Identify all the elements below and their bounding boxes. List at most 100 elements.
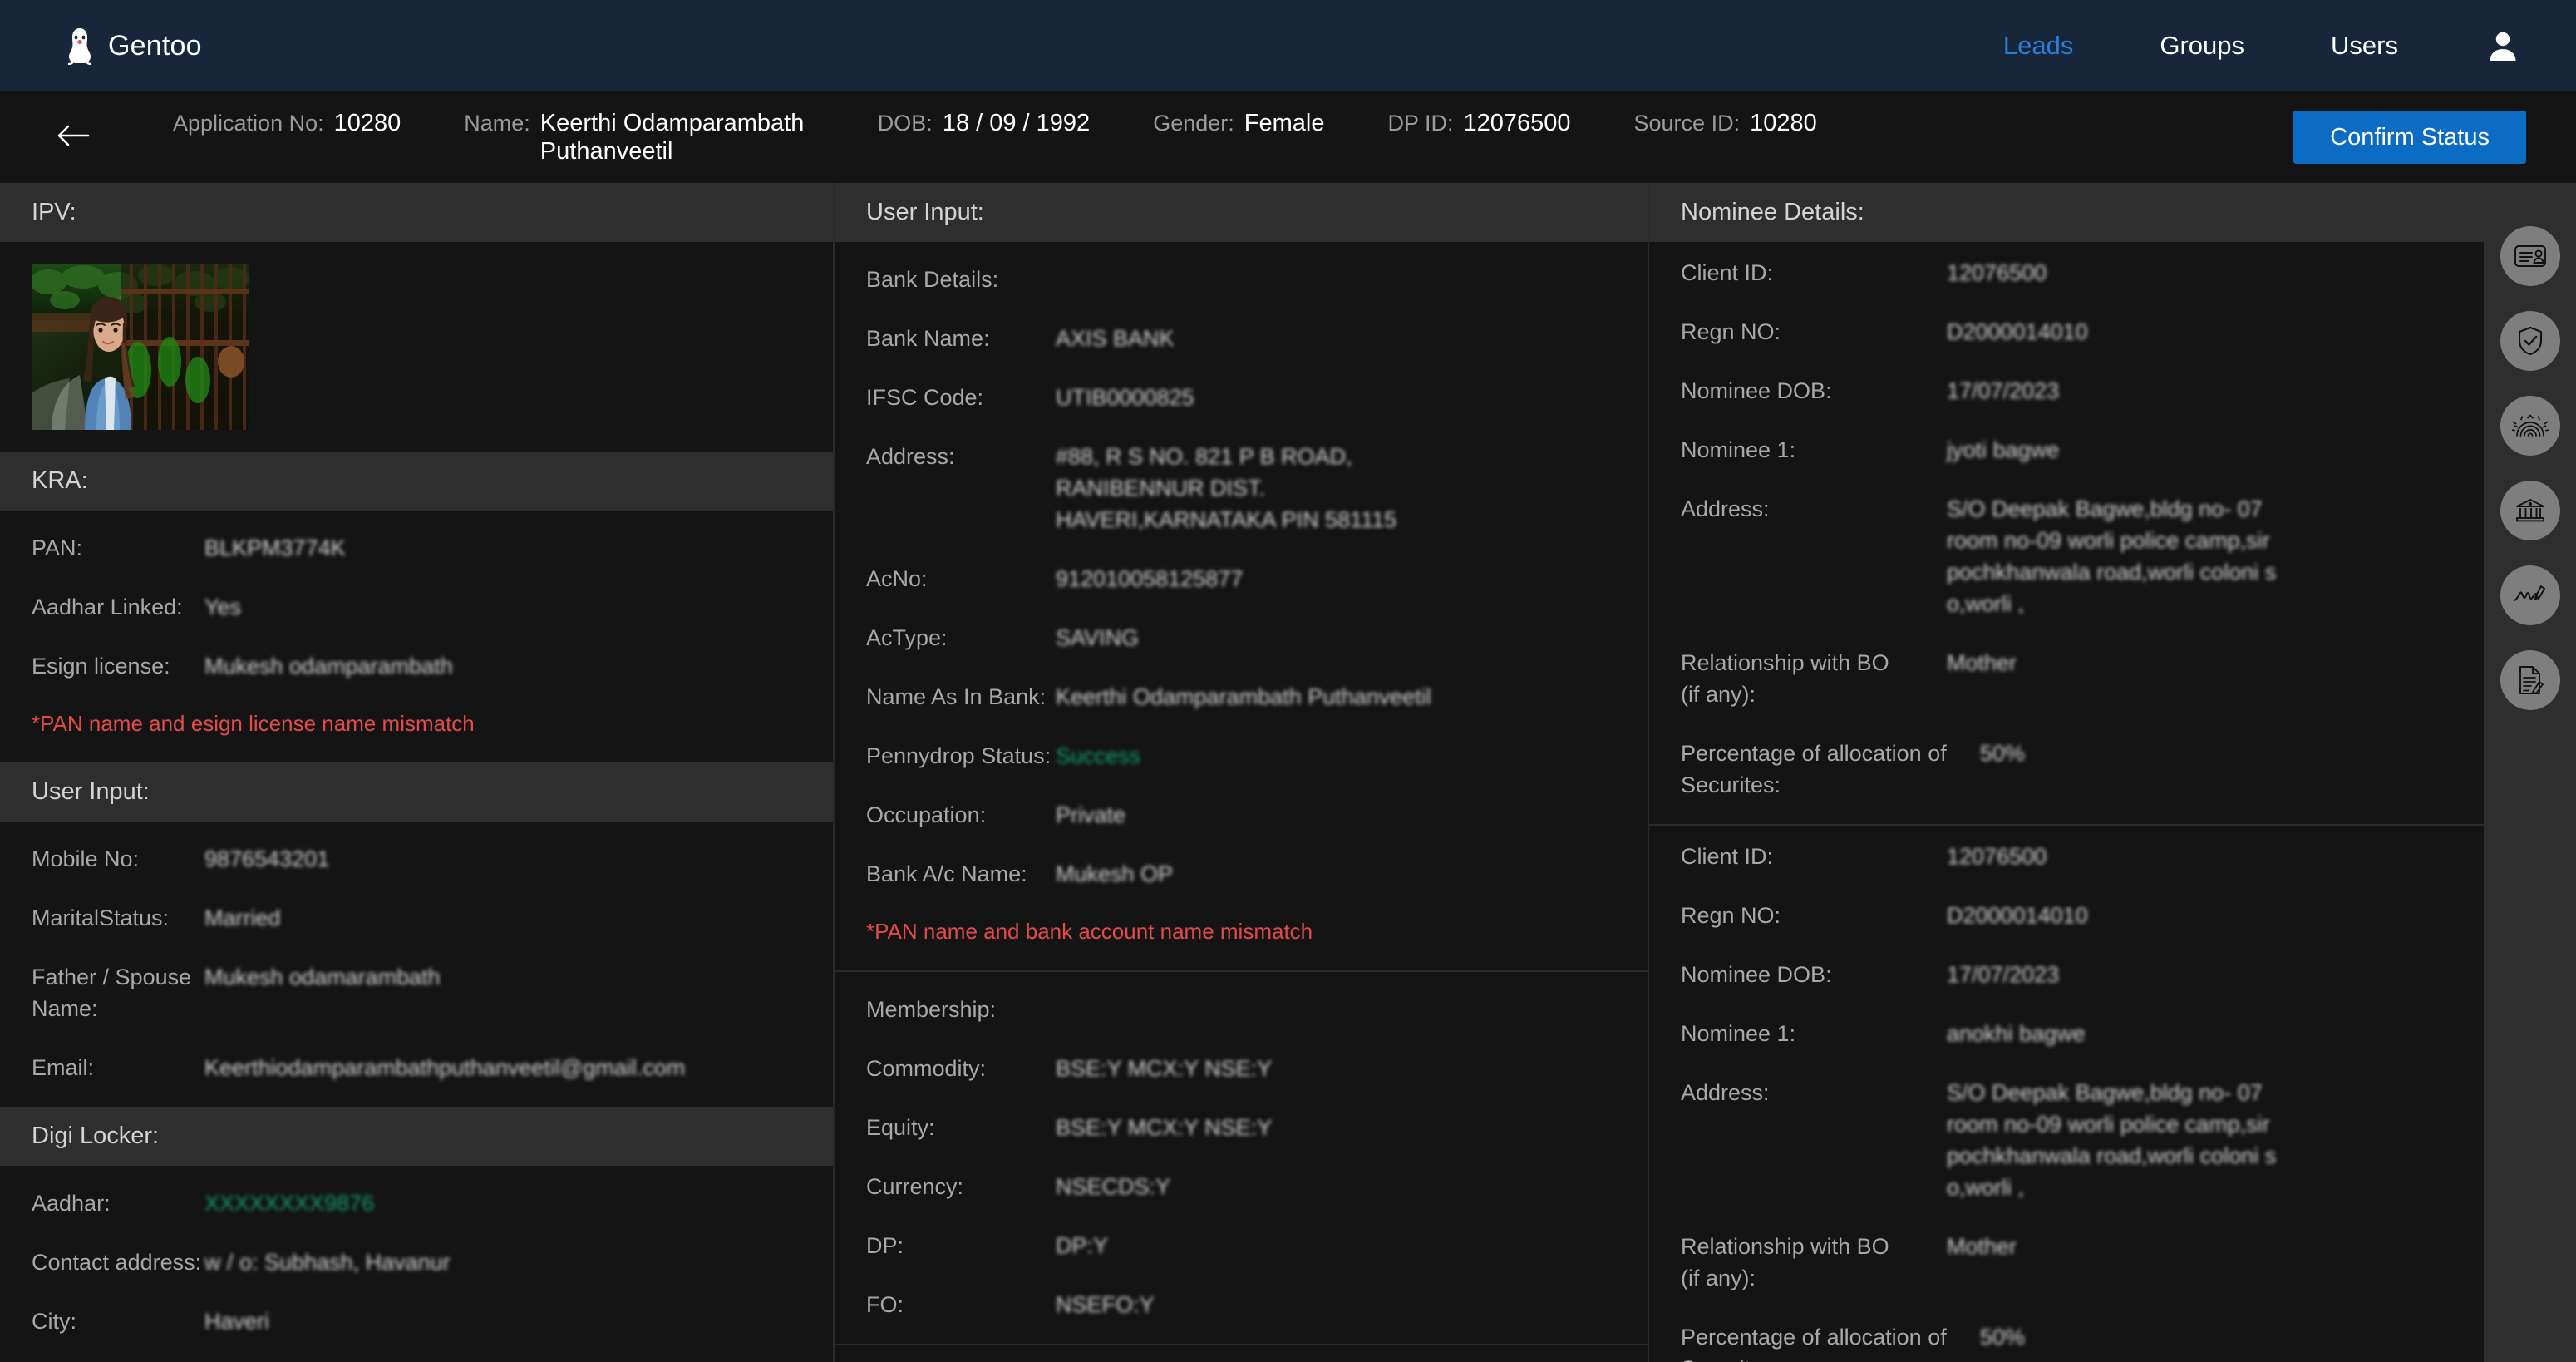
field-value: 9876543201 xyxy=(204,846,330,871)
field-row: Nominee DOB: 17/07/2023 xyxy=(1681,375,2452,407)
kra-mismatch-warning: *PAN name and esign license name mismatc… xyxy=(32,711,475,736)
application-subheader: Application No: 10280 Name: Keerthi Odam… xyxy=(0,91,2576,183)
bank-button[interactable] xyxy=(2500,481,2560,540)
field-label: Address: xyxy=(1681,496,1770,521)
field-label: Percentage of allocation of Securites: xyxy=(1681,741,1947,797)
field-value: 50% xyxy=(1980,741,2026,766)
field-value: Success xyxy=(1056,743,1141,768)
field-label: Bank Details: xyxy=(866,267,999,292)
field-row: Regn NO: D2000014010 xyxy=(1681,900,2452,931)
field-value: Private xyxy=(1056,802,1126,827)
field-label: City: xyxy=(32,1309,76,1334)
field-row: Client ID: 12076500 xyxy=(1681,841,2452,872)
subsection-title-membership: Membership: xyxy=(866,994,1616,1025)
back-button[interactable] xyxy=(50,114,96,160)
field-value: 912010058125877 xyxy=(1056,566,1244,591)
column-right: Nominee Details: Client ID: 12076500 Reg… xyxy=(1649,183,2484,1362)
field-label: Mobile No: xyxy=(32,846,140,871)
field-label: Contact address: xyxy=(32,1250,202,1275)
field-label: AcType: xyxy=(866,625,948,650)
field-label: Esign license: xyxy=(32,654,170,679)
nav-item-leads[interactable]: Leads xyxy=(2003,31,2073,61)
field-row: Nominee DOB: 17/07/2023 xyxy=(1681,959,2452,990)
field-row: Esign license: Mukesh odamparambath xyxy=(32,650,801,682)
section-header-ipv: IPV: xyxy=(0,183,833,242)
field-value: UTIB0000825 xyxy=(1056,385,1194,410)
field-label: Aadhar Linked: xyxy=(32,595,183,619)
field-label: Nominee 1: xyxy=(1681,1021,1796,1046)
field-label: Client ID: xyxy=(1681,844,1774,869)
field-row: Currency: NSECDS:Y xyxy=(866,1171,1616,1202)
field-label: Nominee 1: xyxy=(1681,437,1796,462)
field-row: Mobile No: 9876543201 xyxy=(32,843,801,875)
field-row: Bank A/c Name: Mukesh OP xyxy=(866,858,1616,890)
section-body-user-input: Mobile No: 9876543201 MaritalStatus: Mar… xyxy=(0,822,833,1107)
field-label: PAN: xyxy=(32,535,83,560)
section-header-digi-locker: Digi Locker: xyxy=(0,1107,833,1166)
meta-value: Keerthi Odamparambath Puthanveetil xyxy=(539,110,805,165)
fingerprint-button[interactable] xyxy=(2500,396,2560,456)
meta-value: 12076500 xyxy=(1463,110,1571,136)
field-row: Father / Spouse Name: Mukesh odamarambat… xyxy=(32,961,801,1024)
section-body-kra: PAN: BLKPM3774K Aadhar Linked: Yes Esign… xyxy=(0,511,833,762)
verified-shield-icon xyxy=(2516,326,2544,356)
nav-item-groups[interactable]: Groups xyxy=(2160,31,2244,61)
field-label: Email: xyxy=(32,1055,95,1080)
field-label: Percentage of allocation of Securites: xyxy=(1681,1325,1947,1362)
column-middle: User Input: Bank Details: Bank Name: AXI… xyxy=(835,183,1649,1362)
field-value: Haveri xyxy=(204,1309,270,1334)
field-label: Regn NO: xyxy=(1681,319,1781,344)
meta-label: Application No: xyxy=(173,111,324,136)
field-row: Occupation: Private xyxy=(866,799,1616,831)
field-value: SAVING xyxy=(1056,625,1140,650)
section-body-membership: Membership: Commodity: BSE:Y MCX:Y NSE:Y… xyxy=(835,972,1648,1344)
field-label: Membership: xyxy=(866,997,997,1022)
field-value: 17/07/2023 xyxy=(1947,378,2060,403)
bank-mismatch-warning: *PAN name and bank account name mismatch xyxy=(866,919,1313,944)
field-label: Bank Name: xyxy=(866,326,990,351)
document-sign-button[interactable] xyxy=(2500,650,2560,710)
meta-label: Name: xyxy=(464,111,530,136)
meta-source-id: Source ID: 10280 xyxy=(1634,109,1817,137)
field-value: Married xyxy=(204,906,281,930)
field-row: Address: S/O Deepak Bagwe,bldg no- 07 ro… xyxy=(1681,1077,2452,1203)
nav-item-users[interactable]: Users xyxy=(2331,31,2398,61)
field-value: Mother xyxy=(1947,650,2017,675)
field-label: Currency: xyxy=(866,1174,964,1199)
field-row: Commodity: BSE:Y MCX:Y NSE:Y xyxy=(866,1053,1616,1084)
meta-value: 10280 xyxy=(333,110,401,136)
field-value: Keerthi Odamparambath Puthanveetil xyxy=(1056,684,1431,709)
signature-button[interactable] xyxy=(2500,565,2560,625)
field-value: Mukesh OP xyxy=(1056,861,1174,886)
field-label: Aadhar: xyxy=(32,1191,111,1216)
meta-label: Gender: xyxy=(1153,111,1234,136)
field-row: Bank Name: AXIS BANK xyxy=(866,323,1616,354)
field-row: Name As In Bank: Keerthi Odamparambath P… xyxy=(866,681,1616,713)
field-row: Regn NO: D2000014010 xyxy=(1681,316,2452,348)
top-navigation-bar: Gentoo Leads Groups Users xyxy=(0,0,2576,91)
section-header-user-input: User Input: xyxy=(0,762,833,822)
field-value: S/O Deepak Bagwe,bldg no- 07 room no-09 … xyxy=(1947,496,2277,616)
meta-label: DOB: xyxy=(877,111,933,136)
field-label: Commodity: xyxy=(866,1056,987,1081)
primary-nav: Leads Groups Users xyxy=(2003,27,2521,64)
field-label: Father / Spouse Name: xyxy=(32,965,192,1021)
field-value: Yes xyxy=(204,595,242,619)
nominee-block: Client ID: 12076500 Regn NO: D2000014010… xyxy=(1649,826,2484,1362)
meta-value: Female xyxy=(1244,110,1325,136)
field-label: Relationship with BO (if any): xyxy=(1681,650,1889,707)
user-avatar-icon[interactable] xyxy=(2485,27,2521,64)
field-label: DP: xyxy=(866,1233,904,1258)
field-label: AcNo: xyxy=(866,566,928,591)
field-row: Address: S/O Deepak Bagwe,bldg no- 07 ro… xyxy=(1681,493,2452,619)
field-row: Address: #88, R S NO. 821 P B ROAD, RANI… xyxy=(866,441,1616,535)
field-row: Email: Keerthiodamparambathputhanveetil@… xyxy=(32,1052,801,1083)
confirm-status-button[interactable]: Confirm Status xyxy=(2293,111,2526,164)
id-card-button[interactable] xyxy=(2500,226,2560,286)
brand-logo[interactable]: Gentoo xyxy=(63,27,202,66)
field-label: Pennydrop Status: xyxy=(866,743,1052,768)
field-row: Equity: BSE:Y MCX:Y NSE:Y xyxy=(866,1112,1616,1143)
field-label: Bank A/c Name: xyxy=(866,861,1027,886)
section-body-bank-details: Bank Details: Bank Name: AXIS BANK IFSC … xyxy=(835,242,1648,970)
verified-shield-button[interactable] xyxy=(2500,311,2560,371)
